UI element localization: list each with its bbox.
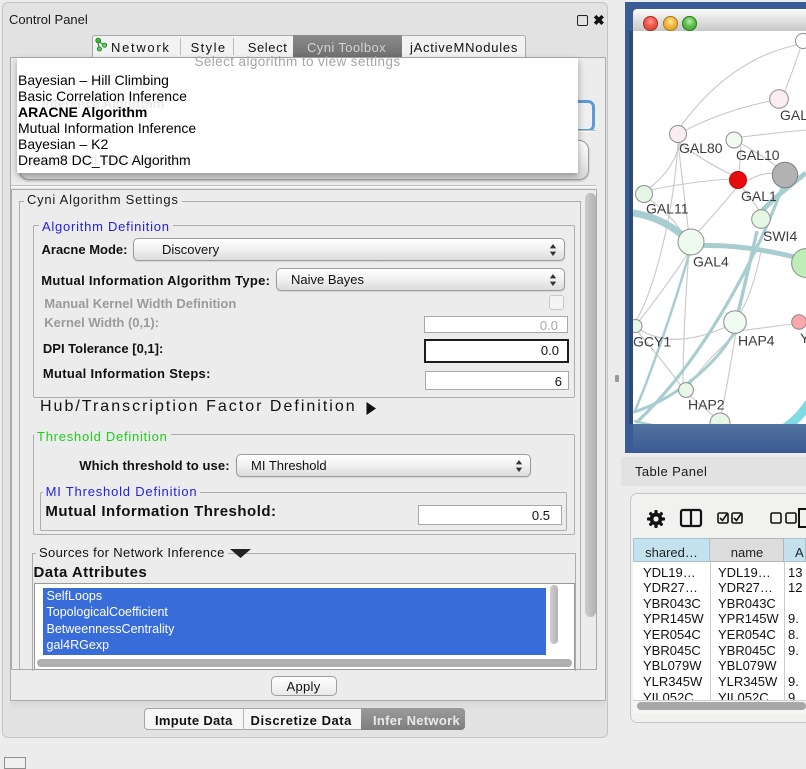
svg-text:HAP4: HAP4 <box>738 332 775 348</box>
svg-text:GAL10: GAL10 <box>736 147 780 163</box>
svg-text:GAL4: GAL4 <box>693 254 729 270</box>
svg-text:SWI4: SWI4 <box>763 228 797 244</box>
svg-text:GAL2: GAL2 <box>780 107 806 123</box>
svg-text:HAP2: HAP2 <box>688 397 725 413</box>
svg-text:GAL1: GAL1 <box>741 188 777 204</box>
svg-text:GCY1: GCY1 <box>633 334 671 350</box>
svg-text:GAL80: GAL80 <box>679 140 723 156</box>
svg-text:GAL11: GAL11 <box>646 201 689 217</box>
svg-text:YMR0: YMR0 <box>800 330 806 346</box>
